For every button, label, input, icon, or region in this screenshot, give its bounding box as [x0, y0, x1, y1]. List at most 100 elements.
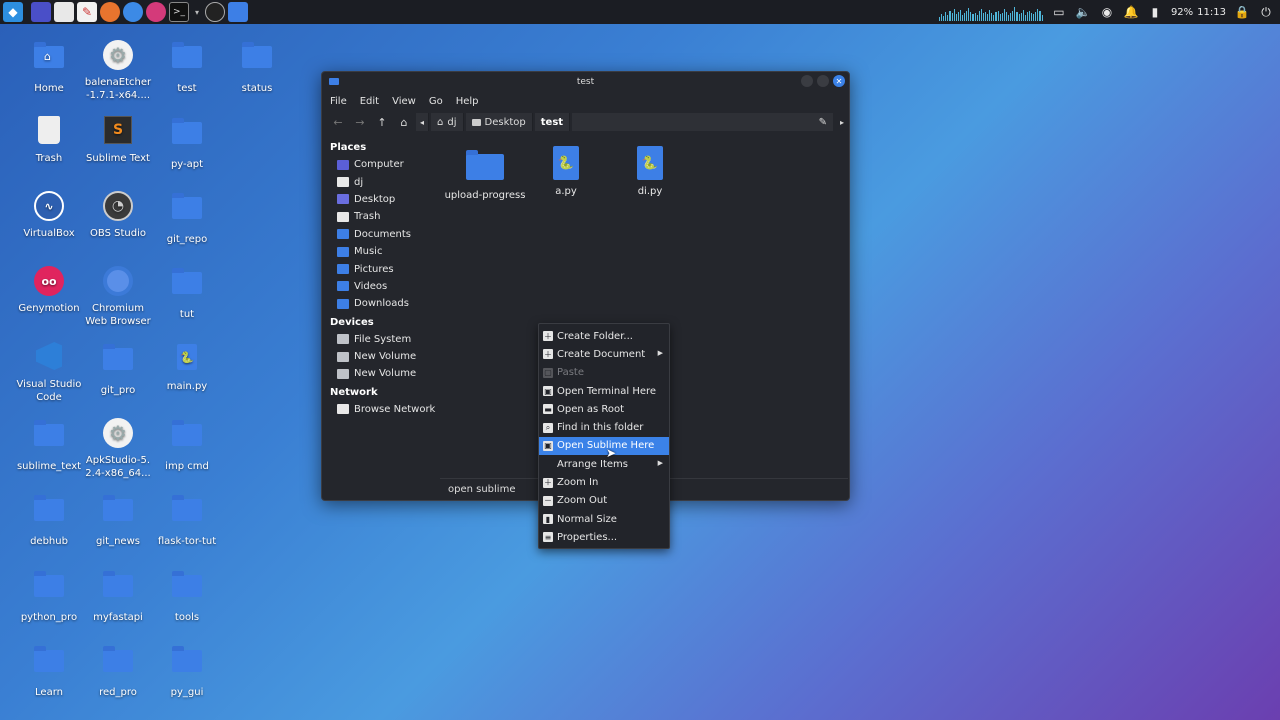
sidebar-device-new-volume[interactable]: New Volume [323, 365, 436, 382]
menu-view[interactable]: View [392, 96, 416, 107]
desktop-icon-git-repo[interactable]: git_repo [149, 191, 225, 246]
desktop-icon-obs-studio[interactable]: ◔ OBS Studio [80, 191, 156, 240]
sidebar-item-music[interactable]: Music [323, 243, 436, 260]
menu-file[interactable]: File [330, 96, 347, 107]
terminal-icon[interactable]: >_ [169, 2, 189, 22]
menu-item-normal-size[interactable]: ▮ Normal Size [539, 510, 669, 528]
volume-icon[interactable]: 🔈 [1075, 4, 1091, 20]
desktop-icon-learn[interactable]: Learn [11, 644, 87, 699]
desktop-icon-trash[interactable]: Trash [11, 116, 87, 165]
back-arrow-icon[interactable]: ← [328, 113, 348, 131]
menu-item-create-document[interactable]: ＋ Create Document ▶ [539, 345, 669, 363]
chromium-icon[interactable] [123, 2, 143, 22]
menu-item-zoom-out[interactable]: － Zoom Out [539, 492, 669, 510]
sidebar-item-downloads[interactable]: Downloads [323, 295, 436, 312]
desktop-icon-python-pro[interactable]: python_pro [11, 569, 87, 624]
breadcrumb-scroll-left[interactable]: ◂ [416, 113, 430, 131]
desktop-icon-home[interactable]: ⌂ Home [11, 40, 87, 95]
file-label: upload-progress [444, 190, 526, 201]
file-item-upload-progress[interactable]: upload-progress [443, 150, 527, 201]
close-button[interactable]: ✕ [833, 75, 845, 87]
forward-arrow-icon[interactable]: → [350, 113, 370, 131]
maximize-button[interactable] [817, 75, 829, 87]
network-graph-bar [957, 12, 959, 21]
desktop-icon-sublime-text[interactable]: sublime_text [11, 418, 87, 473]
obs-icon[interactable] [205, 2, 225, 22]
menu-item-properties[interactable]: ≡ Properties... [539, 528, 669, 546]
home-icon[interactable]: ⌂ [394, 113, 414, 131]
sidebar-item-pictures[interactable]: Pictures [323, 260, 436, 277]
menu-item-open-terminal-here[interactable]: ▣ Open Terminal Here [539, 382, 669, 400]
firefox-icon[interactable] [100, 2, 120, 22]
network-graph-bar [974, 13, 976, 21]
desktop-icon-py-apt[interactable]: py-apt [149, 116, 225, 171]
desktop-icon-apkstudio-5[interactable]: ⚙ ApkStudio-5. 2.4-x86_64... [80, 418, 156, 480]
desktop-icon-myfastapi[interactable]: myfastapi [80, 569, 156, 624]
network-graph-bar [1010, 13, 1012, 21]
menu-item-open-as-root[interactable]: ▬ Open as Root [539, 400, 669, 418]
title-bar[interactable]: test ✕ [322, 72, 849, 91]
menu-item-arrange-items[interactable]: Arrange Items ▶ [539, 455, 669, 473]
menu-help[interactable]: Help [456, 96, 479, 107]
menu-go[interactable]: Go [429, 96, 443, 107]
sidebar-item-trash[interactable]: Trash [323, 208, 436, 225]
file-item-a-py[interactable]: 🐍 a.py [524, 146, 608, 197]
chevron-down-icon[interactable]: ▾ [192, 2, 202, 22]
firefox-dev-icon[interactable] [146, 2, 166, 22]
sidebar-item-dj[interactable]: dj [323, 173, 436, 190]
desktop-icon-virtualbox[interactable]: ∿ VirtualBox [11, 191, 87, 240]
desktop-icon-red-pro[interactable]: red_pro [80, 644, 156, 699]
lock-icon[interactable]: 🔒 [1234, 4, 1250, 20]
desktop-icon-chromium[interactable]: Chromium Web Browser [80, 266, 156, 328]
desktop-icon-main-py[interactable]: 🐍 main.py [149, 342, 225, 393]
sidebar-device-new-volume[interactable]: New Volume [323, 348, 436, 365]
desktop-icon-debhub[interactable]: debhub [11, 493, 87, 548]
minimize-button[interactable] [801, 75, 813, 87]
desktop-icon-imp-cmd[interactable]: imp cmd [149, 418, 225, 473]
desktop-icon-genymotion[interactable]: oo Genymotion [11, 266, 87, 315]
sidebar-item-documents[interactable]: Documents [323, 226, 436, 243]
pencil-icon[interactable]: ✎ [819, 117, 827, 128]
path-edit-area[interactable]: ✎ [572, 113, 833, 131]
start-menu-icon[interactable]: ◆ [3, 2, 23, 22]
folder-icon[interactable] [228, 2, 248, 22]
desktop-icon-sublime-text[interactable]: S Sublime Text [80, 116, 156, 165]
sidebar-item-videos[interactable]: Videos [323, 278, 436, 295]
menu-item-zoom-in[interactable]: ＋ Zoom In [539, 473, 669, 491]
network-monitor-icon [337, 404, 349, 415]
desktop-icon-py-gui[interactable]: py_gui [149, 644, 225, 699]
menu-item-find-in-this-folder[interactable]: ⌕ Find in this folder [539, 418, 669, 436]
breadcrumb-scroll-right[interactable]: ▸ [835, 113, 849, 131]
text-editor-icon[interactable]: ✎ [77, 2, 97, 22]
sidebar-item-computer[interactable]: Computer [323, 156, 436, 173]
desktop-icon-balenaetcher[interactable]: ⚙ balenaEtcher -1.7.1-x64.... [80, 40, 156, 102]
desktop-icon-tut[interactable]: tut [149, 266, 225, 321]
file-item-di-py[interactable]: 🐍 di.py [608, 146, 692, 197]
desktop-icon-git-pro[interactable]: git_pro [80, 342, 156, 397]
workspace-icon[interactable] [31, 2, 51, 22]
desktop-icon-status[interactable]: status [219, 40, 295, 95]
desktop-icon-tools[interactable]: tools [149, 569, 225, 624]
menu-item-open-sublime-here[interactable]: ▣ Open Sublime Here [539, 436, 669, 456]
clock[interactable]: 11:13 [1197, 7, 1226, 18]
network-icon[interactable]: ◉ [1099, 4, 1115, 20]
display-icon[interactable]: ▭ [1051, 4, 1067, 20]
network-graph-bar [961, 15, 964, 21]
desktop-icon-flask-tor-tut[interactable]: flask-tor-tut [149, 493, 225, 548]
menu-item-create-folder[interactable]: ＋ Create Folder... [539, 327, 669, 345]
sidebar-device-file-system[interactable]: File System [323, 331, 436, 348]
sidebar-network-browse-network[interactable]: Browse Network [323, 401, 436, 418]
battery-icon[interactable]: ▮ [1147, 4, 1163, 20]
power-icon[interactable]: ⏻ [1258, 4, 1274, 20]
file-manager-icon[interactable] [54, 2, 74, 22]
menu-edit[interactable]: Edit [360, 96, 379, 107]
desktop-icon-test[interactable]: test [149, 40, 225, 95]
desktop-icon-visual-studio[interactable]: Visual Studio Code [11, 342, 87, 404]
breadcrumb-test[interactable]: test [534, 113, 571, 131]
desktop-icon-git-news[interactable]: git_news [80, 493, 156, 548]
sidebar-item-desktop[interactable]: Desktop [323, 191, 436, 208]
breadcrumb-desktop[interactable]: Desktop [465, 113, 533, 131]
notification-icon[interactable]: 🔔 [1123, 4, 1139, 20]
breadcrumb-dj[interactable]: ⌂ dj [431, 113, 464, 131]
up-arrow-icon[interactable]: ↑ [372, 113, 392, 131]
